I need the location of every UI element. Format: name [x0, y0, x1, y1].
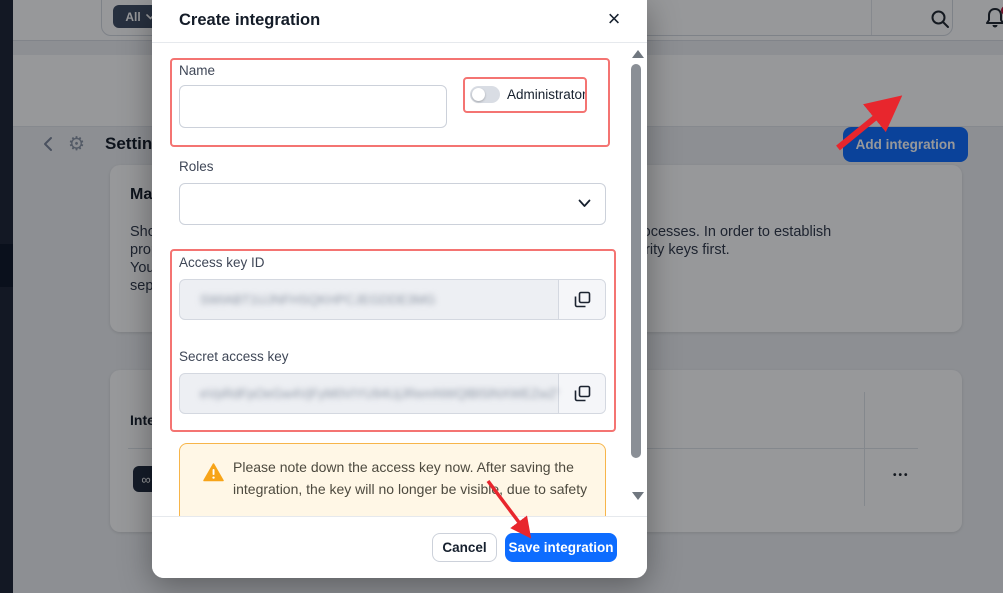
warning-triangle-icon [203, 463, 224, 482]
modal-footer: Cancel Save integration [152, 516, 647, 578]
screen: All ⚙ Settings Add integration Manage in… [0, 0, 1003, 593]
modal-body: Name Administrator Roles Access key ID S… [152, 44, 647, 516]
roles-label: Roles [179, 159, 214, 174]
roles-select[interactable] [179, 183, 606, 225]
annotation-arrow-add-integration [825, 85, 915, 155]
scrollbar-up-arrow[interactable] [632, 50, 644, 58]
annotation-arrow-save-integration [478, 473, 548, 548]
scrollbar-thumb[interactable] [631, 64, 641, 458]
annotation-box-administrator [463, 77, 587, 113]
scrollbar-down-arrow[interactable] [632, 492, 644, 500]
create-integration-modal: Create integration × Name Administrator … [152, 0, 647, 578]
chevron-down-icon [578, 199, 591, 208]
modal-title: Create integration [179, 11, 320, 30]
modal-header: Create integration × [152, 0, 647, 43]
close-icon[interactable]: × [600, 5, 628, 33]
annotation-box-access-keys [170, 249, 616, 432]
